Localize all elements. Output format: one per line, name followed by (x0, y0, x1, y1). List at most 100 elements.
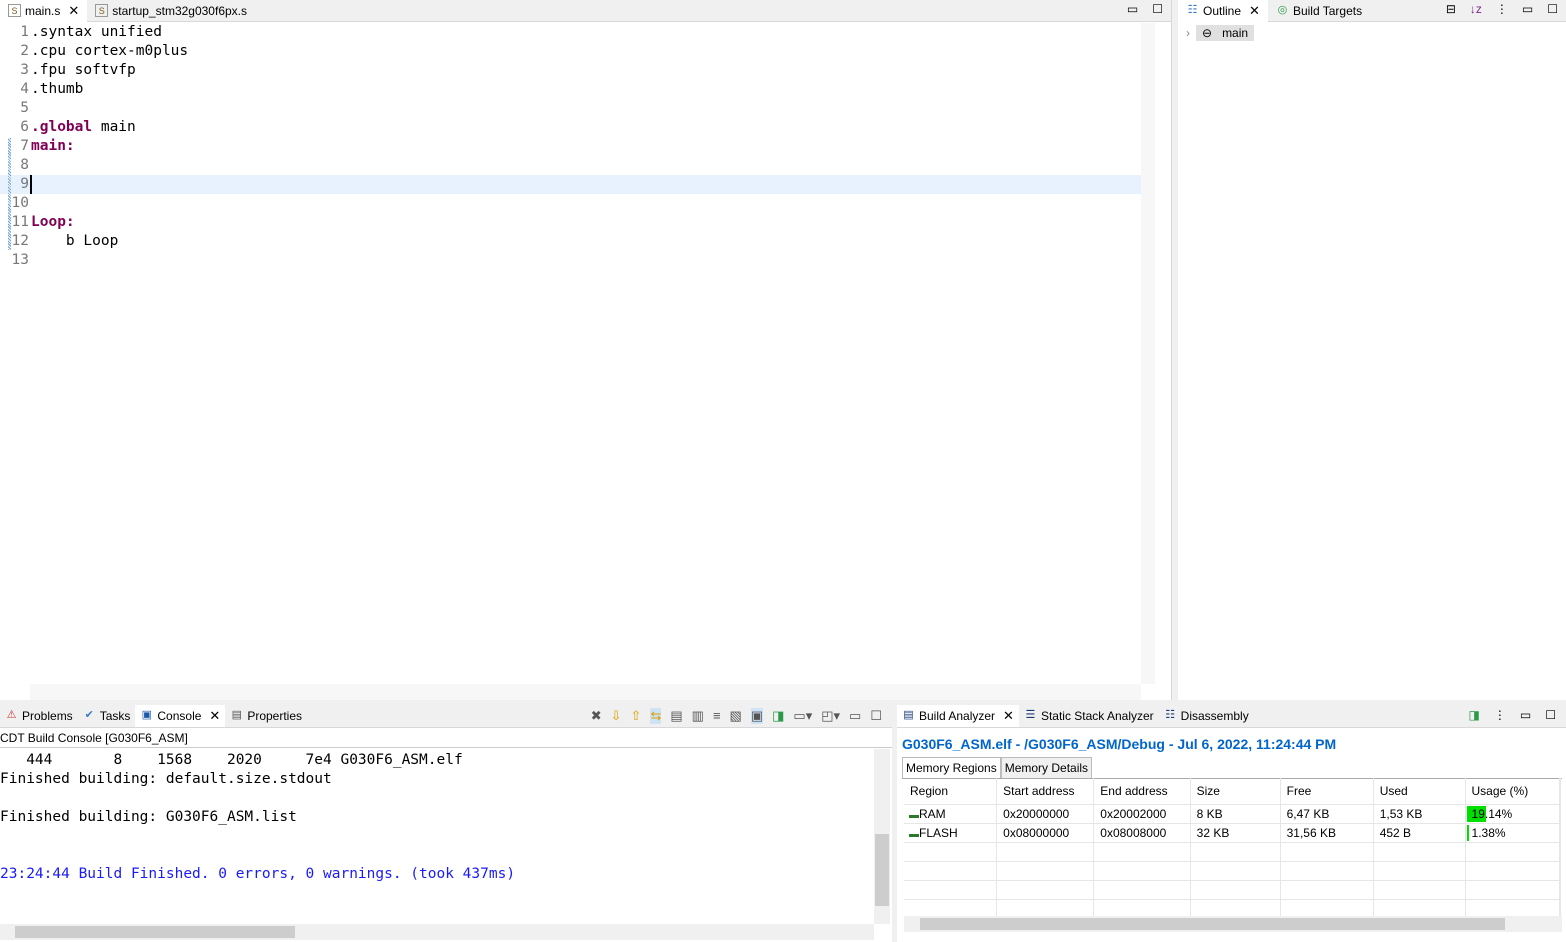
chevron-right-icon[interactable]: › (1186, 26, 1190, 40)
scroll-lock-icon[interactable]: ▥ (692, 708, 704, 724)
vertical-scrollbar[interactable] (874, 749, 890, 924)
table-row[interactable]: ▬RAM 0x20000000 0x20002000 8 KB 6,47 KB 1,53 … (904, 804, 1560, 824)
cell-text: 6,47 KB (1286, 806, 1330, 821)
build-analyzer-icon: ▤ (903, 709, 914, 721)
code-line[interactable]: 8 (0, 156, 1141, 175)
code-token: .cpu cortex-m0plus (31, 43, 189, 59)
minimize-icon[interactable]: ▭ (1522, 2, 1533, 16)
column-header[interactable]: Start address (996, 778, 1095, 805)
tab-console[interactable]: ▣ Console ✕ (135, 704, 226, 727)
tab-build-analyzer[interactable]: ▤ Build Analyzer ✕ (897, 704, 1019, 727)
collapse-all-icon[interactable]: ⊟ (1446, 2, 1456, 16)
code-line[interactable]: 5 (0, 99, 1141, 118)
column-header[interactable]: Used (1373, 778, 1466, 805)
code-line[interactable]: 1 .syntax unified (0, 23, 1141, 42)
horizontal-scrollbar[interactable] (904, 916, 1562, 932)
tab-file[interactable]: Smain.s ✕ (0, 0, 88, 22)
view-menu-icon[interactable]: ⋮ (1496, 2, 1508, 16)
pin-icon[interactable]: ▣ (750, 708, 764, 724)
horizontal-scrollbar[interactable] (30, 684, 1141, 700)
outline-icon: ☷ (1187, 4, 1198, 16)
code-line[interactable]: 6 .global main (0, 118, 1141, 137)
code-line[interactable]: 12 b Loop (0, 232, 1141, 251)
memory-chip-icon: ▬ (909, 809, 919, 821)
empty-row (904, 861, 1560, 881)
tab-tasks[interactable]: ✔ Tasks (78, 705, 136, 727)
static-stack-analyzer-icon: ☰ (1025, 709, 1036, 721)
close-icon[interactable]: ✕ (209, 708, 220, 724)
tab-file[interactable]: Sstartup_stm32g030f6px.s (87, 0, 255, 22)
line-text: .fpu softvfp (30, 61, 136, 80)
minimize-icon[interactable]: ▭ (1127, 2, 1138, 16)
console-output[interactable]: 444 8 1568 2020 7e4 G030F6_ASM.elf Finish… (0, 751, 515, 884)
tab-disassembly[interactable]: ☷ Disassembly (1159, 705, 1254, 727)
empty-cell (1190, 880, 1281, 900)
previous-icon[interactable]: ⇧ (631, 708, 642, 724)
table-cell: 0x08000000 (996, 823, 1095, 843)
close-icon[interactable]: ✕ (1003, 708, 1014, 724)
tab-label: Properties (247, 708, 303, 723)
show-on-output-icon[interactable]: ▧ (730, 708, 742, 724)
view-menu-icon[interactable]: ⋮ (1494, 708, 1506, 722)
keyword: .global (31, 119, 93, 135)
remove-launch-icon[interactable]: ✖ (591, 708, 602, 724)
code-line[interactable]: 7 main: (0, 137, 1141, 156)
table-row[interactable]: ▬FLASH 0x08000000 0x08008000 32 KB 31,56 KB 4… (904, 823, 1560, 843)
maximize-icon[interactable]: ☐ (1547, 2, 1558, 16)
tab-label: startup_stm32g030f6px.s (112, 3, 247, 18)
code-line[interactable]: 10 (0, 194, 1141, 213)
column-header[interactable]: Usage (%) (1465, 778, 1560, 805)
asm-file-icon: S (8, 4, 21, 17)
code-area[interactable]: 1 .syntax unified 2 .cpu cortex-m0plus 3 .fpu… (0, 23, 1141, 684)
vertical-scrollbar[interactable] (1141, 23, 1155, 684)
maximize-icon[interactable]: ☐ (1152, 2, 1163, 16)
column-header[interactable]: Size (1190, 778, 1281, 805)
code-token: main (92, 119, 136, 135)
tab-build-targets[interactable]: ◎ Build Targets (1268, 0, 1370, 22)
word-wrap-icon[interactable]: ≡ (713, 708, 721, 724)
maximize-icon[interactable]: ☐ (870, 708, 882, 724)
close-icon[interactable]: ✕ (1249, 3, 1260, 19)
subtab-memory-regions[interactable]: Memory Regions (902, 757, 1001, 778)
console-panel: ⚠ Problems ✔ Tasks ▣ Console ✕ ▤ Properties ✖ ⇩ ⇧ ⇆… (0, 704, 892, 942)
close-icon[interactable]: ✕ (68, 3, 79, 19)
console-line: Finished building: default.size.stdout (0, 771, 332, 787)
open-console-icon[interactable]: ◨ (772, 708, 784, 724)
console-line: Finished building: G030F6_ASM.list (0, 809, 297, 825)
code-line[interactable]: 2 .cpu cortex-m0plus (0, 42, 1141, 61)
code-line[interactable]: 4 .thumb (0, 80, 1141, 99)
link-icon[interactable]: ⇆ (650, 708, 662, 724)
column-header[interactable]: End address (1093, 778, 1191, 805)
code-line[interactable]: 3 .fpu softvfp (0, 61, 1141, 80)
new-console-icon[interactable]: ◰▾ (821, 708, 840, 724)
properties-icon: ▤ (231, 709, 243, 721)
outline-item[interactable]: › ⊖ main (1186, 25, 1255, 41)
code-line[interactable]: 13 (0, 251, 1141, 270)
horizontal-scrollbar[interactable] (0, 924, 874, 940)
cell-text: 0x20000000 (1003, 806, 1070, 821)
tab-outline[interactable]: ☷ Outline ✕ (1178, 0, 1268, 22)
line-number: 7 (20, 138, 29, 154)
pin-icon[interactable]: ◨ (1469, 708, 1480, 722)
memory-chip-icon: ▬ (909, 828, 919, 840)
code-token: b Loop (31, 233, 119, 249)
code-line[interactable]: 9 (0, 175, 1141, 194)
maximize-icon[interactable]: ☐ (1545, 708, 1556, 722)
usage-value: 19.14% (1471, 806, 1513, 821)
tab-properties[interactable]: ▤ Properties (225, 705, 307, 727)
line-text: .global main (30, 118, 136, 137)
tab-problems[interactable]: ⚠ Problems (0, 705, 78, 727)
clear-icon[interactable]: ▤ (670, 708, 682, 724)
subtab-memory-details[interactable]: Memory Details (1000, 757, 1093, 778)
sort-icon[interactable]: ↓z (1470, 2, 1482, 16)
tab-static-stack-analyzer[interactable]: ☰ Static Stack Analyzer (1019, 705, 1159, 727)
next-icon[interactable]: ⇩ (611, 708, 622, 724)
column-header[interactable]: Region (904, 778, 998, 805)
display-console-icon[interactable]: ▭▾ (793, 708, 812, 724)
line-text: .cpu cortex-m0plus (30, 42, 188, 61)
code-line[interactable]: 11 Loop: (0, 213, 1141, 232)
minimize-icon[interactable]: ▭ (1520, 708, 1531, 722)
minimize-icon[interactable]: ▭ (849, 708, 861, 724)
column-header[interactable]: Free (1280, 778, 1374, 805)
